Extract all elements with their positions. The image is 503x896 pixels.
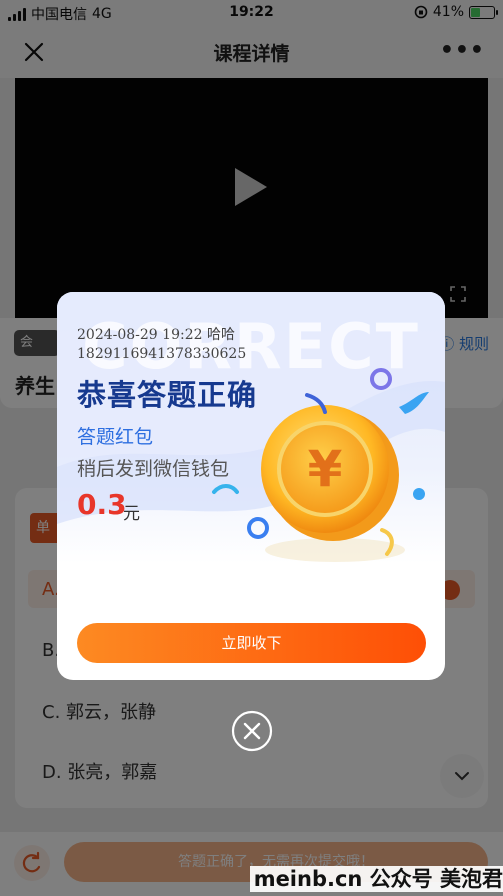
close-popup-icon[interactable] bbox=[231, 710, 273, 752]
reward-unit: 元 bbox=[123, 504, 140, 524]
footer-watermark: meinb.cn 公众号 美泡君 bbox=[249, 866, 503, 892]
reward-popup: CORRECT 2024-08-29 19:22 哈哈 182911694137… bbox=[57, 292, 445, 680]
popup-subtitle: 答题红包 bbox=[77, 426, 154, 448]
collect-button[interactable]: 立即收下 bbox=[77, 623, 426, 663]
timestamp-line: 2024-08-29 19:22 哈哈 bbox=[77, 327, 235, 343]
reward-amount: 0.3 bbox=[77, 488, 127, 521]
gold-coin-icon: ¥ bbox=[212, 368, 429, 562]
coin-symbol: ¥ bbox=[308, 440, 343, 498]
id-line: 1829116941378330625 bbox=[77, 346, 247, 362]
